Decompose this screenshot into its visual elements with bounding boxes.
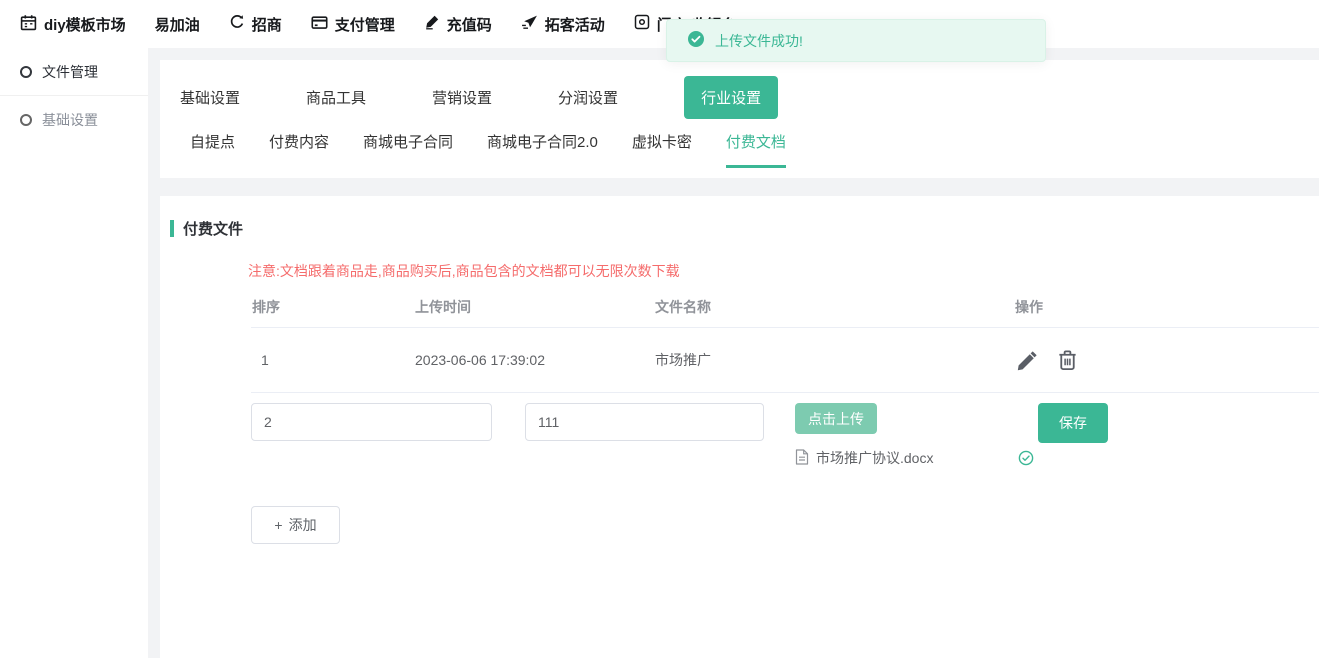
tab-marketing-settings[interactable]: 营销设置 [432,87,492,108]
card-icon [311,14,328,35]
delete-icon[interactable] [1056,348,1079,372]
main-area: 基础设置 商品工具 营销设置 分润设置 行业设置 自提点 付费内容 商城电子合同… [160,48,1319,658]
tabs-card: 基础设置 商品工具 营销设置 分润设置 行业设置 自提点 付费内容 商城电子合同… [160,60,1319,178]
table-header-order: 排序 [251,297,415,317]
cell-name: 市场推广 [655,350,1015,370]
cell-actions [1015,348,1319,373]
nav-label: 易加油 [155,14,200,35]
tab-product-tools[interactable]: 商品工具 [306,87,366,108]
nav-label: 支付管理 [335,14,395,35]
uploaded-file-item[interactable]: 市场推广协议.docx [795,448,1038,468]
sidebar-item-file-management[interactable]: 文件管理 [0,48,148,96]
order-input[interactable] [251,403,492,441]
section-header: 付费文件 [170,218,1319,239]
main-tabs: 基础设置 商品工具 营销设置 分润设置 行业设置 [180,72,1299,122]
nav-item-diy-template-market[interactable]: diy模板市场 [20,14,126,35]
uploaded-file-name: 市场推广协议.docx [816,448,933,468]
subtab-mall-econtract[interactable]: 商城电子合同 [363,131,453,168]
circle-icon [20,66,32,78]
cell-time: 2023-06-06 17:39:02 [415,352,655,368]
nav-item-recharge-code[interactable]: 充值码 [424,14,492,35]
sidebar: 文件管理 基础设置 [0,48,148,658]
table-header-time: 上传时间 [415,297,655,317]
file-name-input[interactable] [525,403,764,441]
sidebar-item-label: 文件管理 [42,62,98,82]
section-title: 付费文件 [183,218,243,239]
edit-icon[interactable] [1015,348,1040,373]
toast-message: 上传文件成功! [715,31,803,51]
subtab-virtual-card[interactable]: 虚拟卡密 [632,131,692,168]
tab-industry-settings-active[interactable]: 行业设置 [684,76,778,119]
tab-profit-settings[interactable]: 分润设置 [558,87,618,108]
divider [251,392,1319,393]
content-card: 付费文件 注意:文档跟着商品走,商品购买后,商品包含的文档都可以无限次数下载 排… [160,196,1319,658]
cell-order: 1 [251,352,415,368]
check-circle-icon [687,30,705,51]
nav-item-customer-activity[interactable]: 拓客活动 [521,14,605,35]
document-icon [795,449,809,468]
sidebar-item-basic-settings[interactable]: 基础设置 [0,96,148,143]
table-row: 1 2023-06-06 17:39:02 市场推广 [251,328,1319,392]
nav-item-zhaoshang[interactable]: 招商 [229,14,282,35]
megaphone-icon [521,14,538,35]
sub-tabs: 自提点 付费内容 商城电子合同 商城电子合同2.0 虚拟卡密 付费文档 [180,131,1299,168]
subtab-paid-content[interactable]: 付费内容 [269,131,329,168]
save-button[interactable]: 保存 [1038,403,1108,443]
store-icon [634,14,650,34]
nav-label: diy模板市场 [44,14,126,35]
section-accent-bar [170,220,174,237]
subtab-pickup-point[interactable]: 自提点 [190,131,235,168]
nav-label: 拓客活动 [545,14,605,35]
upload-button[interactable]: 点击上传 [795,403,877,434]
sidebar-item-label: 基础设置 [42,110,98,130]
notice-text: 注意:文档跟着商品走,商品购买后,商品包含的文档都可以无限次数下载 [248,261,1319,281]
files-table: 排序 上传时间 文件名称 操作 1 2023-06-06 17:39:02 市场… [251,287,1319,544]
add-button[interactable]: + 添加 [251,506,340,544]
table-header-actions: 操作 [1015,297,1319,317]
page-layout: 文件管理 基础设置 基础设置 商品工具 营销设置 分润设置 行业设置 自提点 付… [0,48,1319,658]
recycle-icon [229,14,245,34]
table-header-name: 文件名称 [655,297,1015,317]
top-navbar: diy模板市场 易加油 招商 支付管理 充值码 拓客活动 门店-收银台 [0,0,1319,48]
table-header-row: 排序 上传时间 文件名称 操作 [251,287,1319,327]
add-button-label: 添加 [289,515,317,535]
plus-icon: + [274,517,282,533]
upload-success-icon [1018,450,1034,466]
subtab-mall-econtract-2[interactable]: 商城电子合同2.0 [487,131,598,168]
upload-column: 点击上传 市场推广协议.docx [795,403,1038,468]
nav-label: 招商 [252,14,282,35]
pen-icon [424,14,440,34]
nav-item-payment-management[interactable]: 支付管理 [311,14,395,35]
nav-item-yijiayou[interactable]: 易加油 [155,14,200,35]
circle-icon [20,114,32,126]
tab-basic-settings[interactable]: 基础设置 [180,87,240,108]
success-toast: 上传文件成功! [666,19,1046,62]
subtab-paid-docs-active[interactable]: 付费文档 [726,131,786,168]
new-file-form: 点击上传 市场推广协议.docx 保存 [251,403,1319,468]
calendar-icon [20,14,37,35]
nav-label: 充值码 [447,14,492,35]
